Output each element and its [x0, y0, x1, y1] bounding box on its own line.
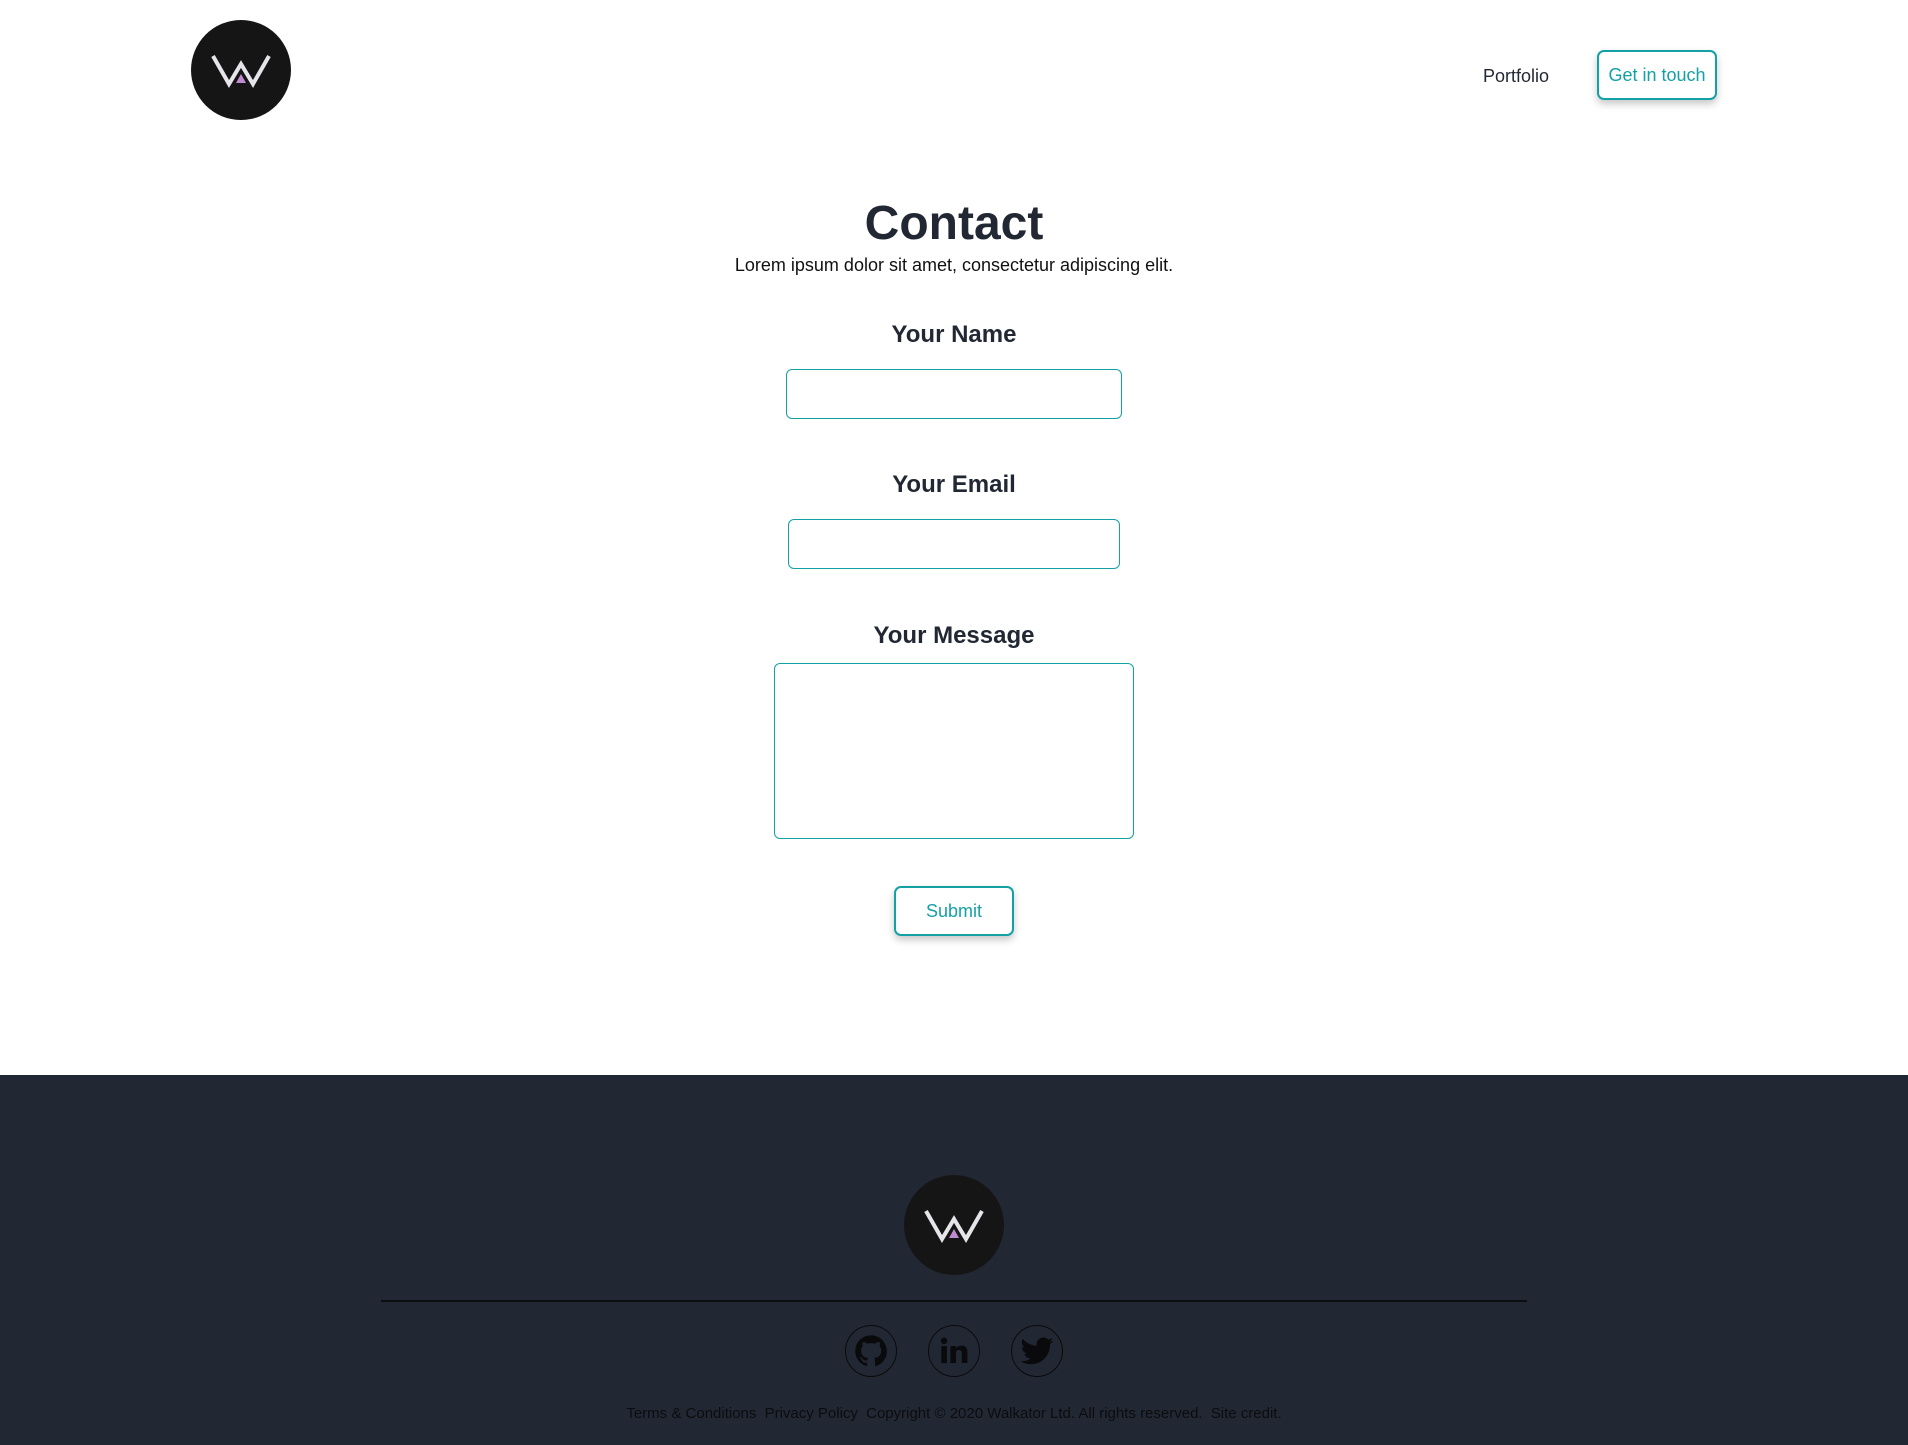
get-in-touch-button[interactable]: Get in touch [1597, 50, 1717, 100]
site-logo[interactable] [191, 20, 291, 120]
message-label: Your Message [873, 622, 1035, 649]
email-label: Your Email [892, 471, 1016, 498]
copyright-text: Copyright © 2020 Walkator Ltd. All right… [866, 1405, 1203, 1422]
privacy-link[interactable]: Privacy Policy [765, 1405, 858, 1422]
site-credit-link[interactable]: Site credit. [1211, 1405, 1282, 1422]
twitter-icon [1020, 1337, 1054, 1365]
w-logo-icon [924, 1210, 984, 1243]
footer-divider [381, 1300, 1527, 1302]
page-subtitle: Lorem ipsum dolor sit amet, consectetur … [734, 255, 1174, 275]
nav-portfolio-link[interactable]: Portfolio [1483, 66, 1549, 87]
linkedin-link[interactable] [928, 1325, 980, 1377]
github-icon [855, 1335, 887, 1367]
submit-button[interactable]: Submit [894, 886, 1014, 936]
footer-legal: Terms & Conditions Privacy Policy Copyri… [0, 1405, 1908, 1422]
site-header: Portfolio Get in touch [0, 0, 1908, 150]
site-footer: Terms & Conditions Privacy Policy Copyri… [0, 1075, 1908, 1445]
email-input[interactable] [788, 519, 1120, 569]
name-input[interactable] [786, 369, 1122, 419]
name-label: Your Name [891, 321, 1017, 348]
footer-logo[interactable] [904, 1175, 1004, 1275]
linkedin-icon [940, 1337, 968, 1364]
message-textarea[interactable] [774, 663, 1134, 839]
twitter-link[interactable] [1011, 1325, 1063, 1377]
terms-link[interactable]: Terms & Conditions [626, 1405, 756, 1422]
page-title: Contact [864, 197, 1044, 250]
github-link[interactable] [845, 1325, 897, 1377]
w-logo-icon [211, 55, 271, 88]
